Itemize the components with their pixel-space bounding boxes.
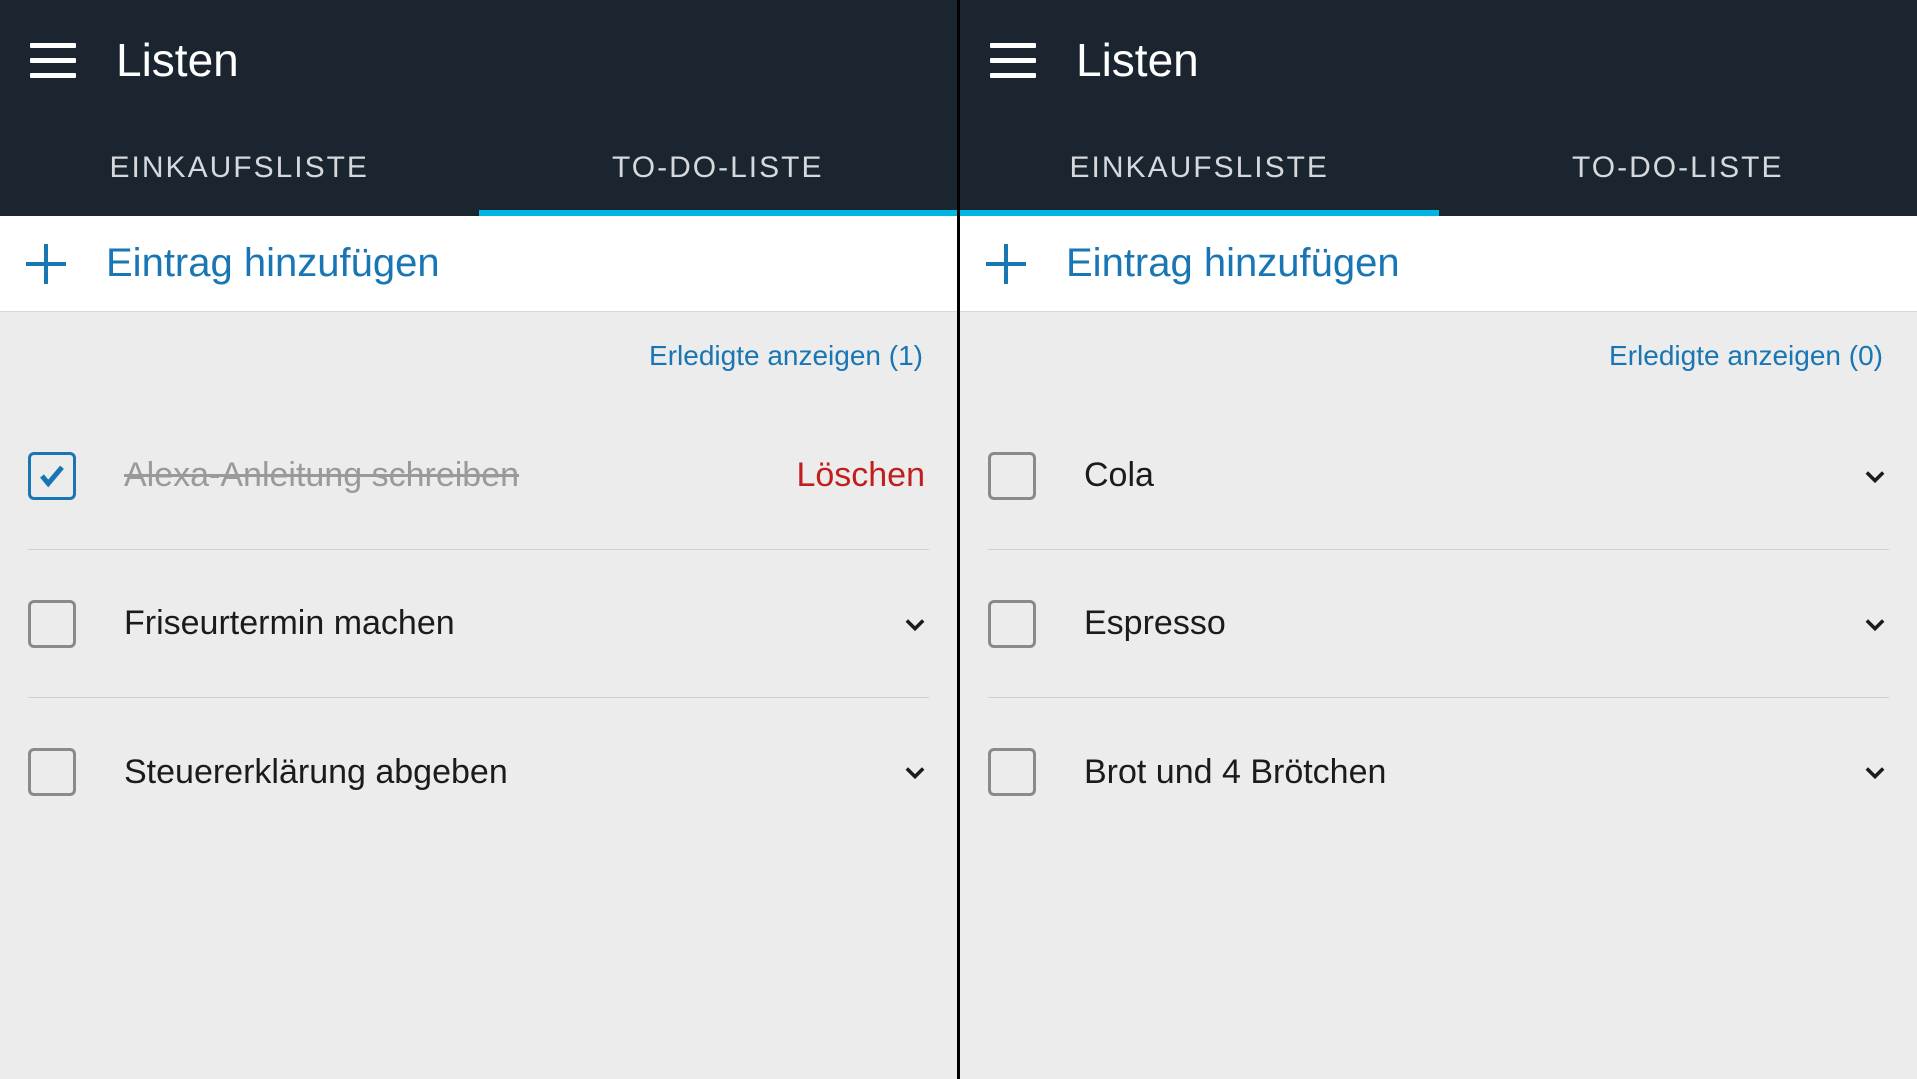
menu-icon[interactable] bbox=[990, 37, 1036, 83]
header: Listen bbox=[0, 0, 957, 120]
list-item: Alexa-Anleitung schreiben Löschen bbox=[28, 402, 929, 550]
item-text[interactable]: Brot und 4 Brötchen bbox=[1084, 753, 1813, 792]
tab-einkaufsliste[interactable]: EINKAUFSLISTE bbox=[960, 120, 1439, 216]
item-text[interactable]: Espresso bbox=[1084, 604, 1813, 643]
tab-einkaufsliste[interactable]: EINKAUFSLISTE bbox=[0, 120, 479, 216]
split-view: Listen EINKAUFSLISTE TO-DO-LISTE Eintrag… bbox=[0, 0, 1917, 1079]
item-checkbox[interactable] bbox=[28, 452, 76, 500]
list-item: Cola bbox=[988, 402, 1889, 550]
list-item: Steuererklärung abgeben bbox=[28, 698, 929, 846]
item-checkbox[interactable] bbox=[988, 748, 1036, 796]
chevron-down-icon[interactable] bbox=[1861, 462, 1889, 490]
menu-icon[interactable] bbox=[30, 37, 76, 83]
show-completed-link[interactable]: Erledigte anzeigen (1) bbox=[0, 312, 957, 382]
tab-todo-liste[interactable]: TO-DO-LISTE bbox=[479, 120, 958, 216]
plus-icon bbox=[26, 244, 66, 284]
panel-right: Listen EINKAUFSLISTE TO-DO-LISTE Eintrag… bbox=[957, 0, 1917, 1079]
add-item-label: Eintrag hinzufügen bbox=[1066, 241, 1400, 286]
add-item-label: Eintrag hinzufügen bbox=[106, 241, 440, 286]
list-item: Brot und 4 Brötchen bbox=[988, 698, 1889, 846]
header: Listen bbox=[960, 0, 1917, 120]
chevron-down-icon[interactable] bbox=[1861, 758, 1889, 786]
item-text[interactable]: Cola bbox=[1084, 456, 1813, 495]
item-checkbox[interactable] bbox=[28, 748, 76, 796]
show-completed-link[interactable]: Erledigte anzeigen (0) bbox=[960, 312, 1917, 382]
item-text[interactable]: Steuererklärung abgeben bbox=[124, 753, 853, 792]
chevron-down-icon[interactable] bbox=[901, 610, 929, 638]
item-checkbox[interactable] bbox=[28, 600, 76, 648]
list-item: Espresso bbox=[988, 550, 1889, 698]
panel-left: Listen EINKAUFSLISTE TO-DO-LISTE Eintrag… bbox=[0, 0, 957, 1079]
add-item-button[interactable]: Eintrag hinzufügen bbox=[960, 216, 1917, 312]
check-icon bbox=[37, 461, 67, 491]
item-list: Cola Espresso Brot und 4 Brötchen bbox=[960, 382, 1917, 846]
tabs: EINKAUFSLISTE TO-DO-LISTE bbox=[0, 120, 957, 216]
item-text[interactable]: Alexa-Anleitung schreiben bbox=[124, 456, 748, 495]
plus-icon bbox=[986, 244, 1026, 284]
item-checkbox[interactable] bbox=[988, 452, 1036, 500]
chevron-down-icon[interactable] bbox=[1861, 610, 1889, 638]
tab-todo-liste[interactable]: TO-DO-LISTE bbox=[1439, 120, 1917, 216]
list-item: Friseurtermin machen bbox=[28, 550, 929, 698]
page-title: Listen bbox=[1076, 33, 1199, 87]
delete-button[interactable]: Löschen bbox=[796, 456, 929, 495]
page-title: Listen bbox=[116, 33, 239, 87]
chevron-down-icon[interactable] bbox=[901, 758, 929, 786]
item-list: Alexa-Anleitung schreiben Löschen Friseu… bbox=[0, 382, 957, 846]
tabs: EINKAUFSLISTE TO-DO-LISTE bbox=[960, 120, 1917, 216]
item-text[interactable]: Friseurtermin machen bbox=[124, 604, 853, 643]
item-checkbox[interactable] bbox=[988, 600, 1036, 648]
add-item-button[interactable]: Eintrag hinzufügen bbox=[0, 216, 957, 312]
